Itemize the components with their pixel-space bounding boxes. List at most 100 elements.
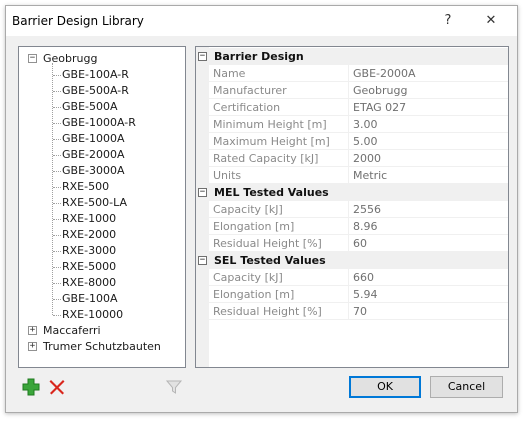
category-collapse-icon[interactable]: − <box>198 52 207 61</box>
property-divider <box>348 167 349 184</box>
tree-branch-line <box>53 283 61 284</box>
tree-branch-line <box>53 155 61 156</box>
tree-branch-line <box>53 139 61 140</box>
property-value: 70 <box>353 305 367 318</box>
property-row[interactable]: Elongation [m] 8.96 <box>209 218 508 235</box>
tree-node-design[interactable]: GBE-1000A <box>62 131 125 147</box>
tree-branch-line <box>53 107 61 108</box>
tree-node-design[interactable]: GBE-3000A <box>62 163 125 179</box>
tree-node-design[interactable]: RXE-1000 <box>62 211 116 227</box>
property-grid-gutter <box>196 47 209 367</box>
property-name: Units <box>213 169 242 182</box>
tree-expander[interactable]: + <box>28 326 37 335</box>
property-grid[interactable]: − Barrier Design Name GBE-2000A Manufacturer… <box>195 46 509 368</box>
add-design-button[interactable] <box>21 377 41 397</box>
category-label: MEL Tested Values <box>214 186 329 199</box>
cancel-button[interactable]: Cancel <box>430 376 503 398</box>
property-row[interactable]: Manufacturer Geobrugg <box>209 82 508 99</box>
property-divider <box>348 116 349 133</box>
property-name: Rated Capacity [kJ] <box>213 152 319 165</box>
property-name: Residual Height [%] <box>213 237 322 250</box>
tree-branch-line <box>53 219 61 220</box>
property-divider <box>348 65 349 82</box>
tree-branch-line <box>53 203 61 204</box>
tree-guide-line <box>52 63 53 315</box>
property-row[interactable]: Capacity [kJ] 2556 <box>209 201 508 218</box>
filter-button[interactable] <box>164 377 184 397</box>
plus-icon <box>22 378 40 396</box>
property-row[interactable]: Elongation [m] 5.94 <box>209 286 508 303</box>
delete-x-icon <box>49 380 65 395</box>
tree-branch-line <box>53 171 61 172</box>
tree-expander[interactable]: + <box>28 342 37 351</box>
tree-node-manufacturer[interactable]: Trumer Schutzbauten <box>43 339 161 355</box>
tree-node-design[interactable]: RXE-10000 <box>62 307 123 323</box>
category-label: Barrier Design <box>214 50 304 63</box>
tree-node-design[interactable]: GBE-100A <box>62 291 118 307</box>
property-name: Elongation [m] <box>213 220 295 233</box>
window-title: Barrier Design Library <box>12 14 144 28</box>
tree-node-design[interactable]: RXE-500 <box>62 179 109 195</box>
property-row[interactable]: Residual Height [%] 70 <box>209 303 508 320</box>
property-divider <box>348 133 349 150</box>
property-name: Minimum Height [m] <box>213 118 327 131</box>
property-name: Residual Height [%] <box>213 305 322 318</box>
tree-node-design[interactable]: RXE-500-LA <box>62 195 127 211</box>
tree-expander[interactable]: − <box>28 54 37 63</box>
property-row[interactable]: Maximum Height [m] 5.00 <box>209 133 508 150</box>
tree-node-design[interactable]: RXE-8000 <box>62 275 116 291</box>
property-value: 660 <box>353 271 374 284</box>
property-name: Capacity [kJ] <box>213 203 283 216</box>
tree-branch-line <box>53 75 61 76</box>
tree-node-design[interactable]: GBE-1000A-R <box>62 115 136 131</box>
ok-button[interactable]: OK <box>349 376 421 398</box>
filter-icon <box>165 380 183 394</box>
property-divider <box>348 235 349 252</box>
manufacturer-tree[interactable]: − Geobrugg GBE-100A-R GBE-500A-R GBE-500A GBE… <box>18 46 186 368</box>
tree-node-design[interactable]: GBE-500A <box>62 99 118 115</box>
tree-branch-line <box>53 187 61 188</box>
tree-node-design[interactable]: GBE-2000A <box>62 147 125 163</box>
close-button[interactable]: ✕ <box>471 6 511 36</box>
property-row[interactable]: Units Metric <box>209 167 508 184</box>
dialog-window: Barrier Design Library ? ✕ − Geobrugg GBE-… <box>5 5 518 413</box>
tree-node-design[interactable]: GBE-100A-R <box>62 67 129 83</box>
property-row[interactable]: Minimum Height [m] 3.00 <box>209 116 508 133</box>
property-category[interactable]: − Barrier Design <box>196 48 508 65</box>
property-value: Geobrugg <box>353 84 408 97</box>
property-row[interactable]: Certification ETAG 027 <box>209 99 508 116</box>
delete-design-button[interactable] <box>47 377 67 397</box>
property-value: 5.94 <box>353 288 378 301</box>
tree-branch-line <box>53 299 61 300</box>
tree-branch-line <box>53 267 61 268</box>
tree-branch-line <box>53 235 61 236</box>
property-name: Elongation [m] <box>213 288 295 301</box>
property-divider <box>348 201 349 218</box>
property-category[interactable]: − SEL Tested Values <box>196 252 508 269</box>
property-name: Capacity [kJ] <box>213 271 283 284</box>
property-value: ETAG 027 <box>353 101 407 114</box>
property-name: Maximum Height [m] <box>213 135 330 148</box>
tree-node-design[interactable]: RXE-2000 <box>62 227 116 243</box>
property-value: 2000 <box>353 152 381 165</box>
property-row[interactable]: Rated Capacity [kJ] 2000 <box>209 150 508 167</box>
property-name: Manufacturer <box>213 84 287 97</box>
category-collapse-icon[interactable]: − <box>198 188 207 197</box>
property-row[interactable]: Name GBE-2000A <box>209 65 508 82</box>
property-row[interactable]: Capacity [kJ] 660 <box>209 269 508 286</box>
tree-node-manufacturer[interactable]: Maccaferri <box>43 323 101 339</box>
title-bar: Barrier Design Library ? ✕ <box>6 6 517 36</box>
property-value: 2556 <box>353 203 381 216</box>
tree-node-design[interactable]: RXE-3000 <box>62 243 116 259</box>
category-collapse-icon[interactable]: − <box>198 256 207 265</box>
tree-node-design[interactable]: RXE-5000 <box>62 259 116 275</box>
tree-branch-line <box>53 91 61 92</box>
property-value: 3.00 <box>353 118 378 131</box>
help-button[interactable]: ? <box>428 6 468 36</box>
property-name: Name <box>213 67 246 80</box>
tree-branch-line <box>53 251 61 252</box>
property-value: Metric <box>353 169 388 182</box>
tree-node-design[interactable]: GBE-500A-R <box>62 83 129 99</box>
property-category[interactable]: − MEL Tested Values <box>196 184 508 201</box>
property-row[interactable]: Residual Height [%] 60 <box>209 235 508 252</box>
